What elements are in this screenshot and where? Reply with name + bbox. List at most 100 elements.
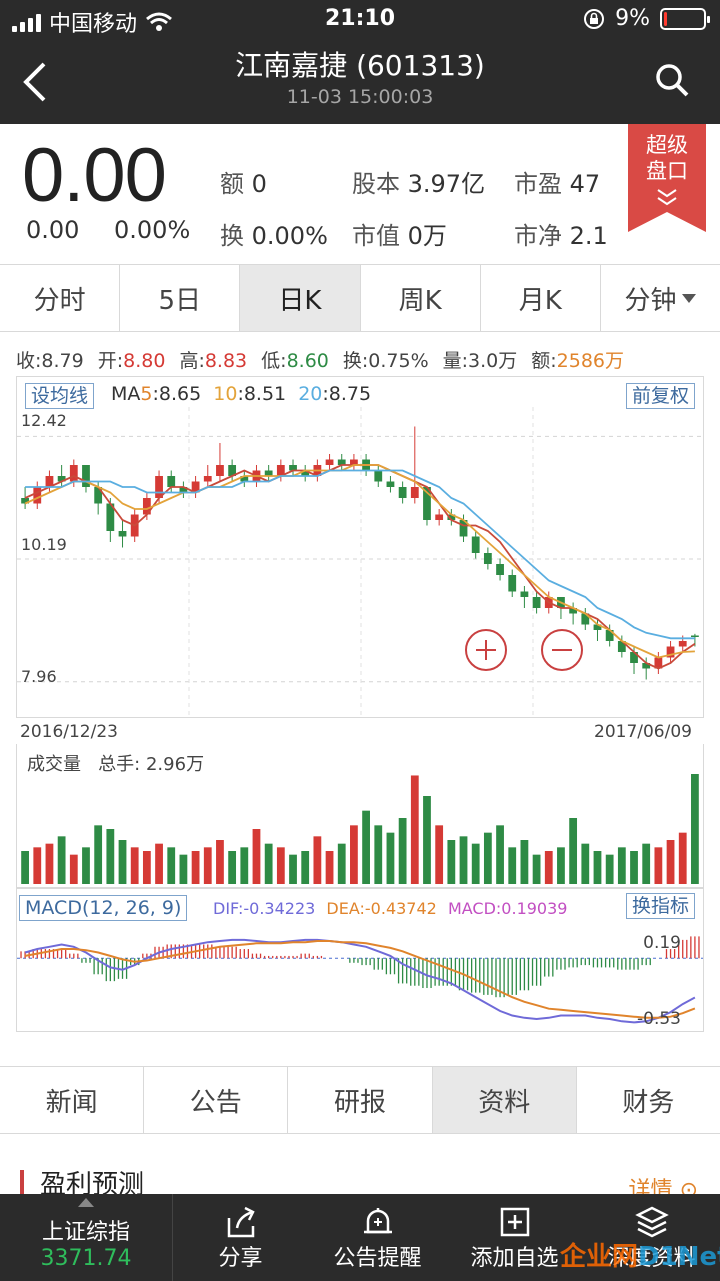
candle-body (678, 641, 687, 647)
y-axis-low: 7.96 (21, 667, 57, 686)
tab-research[interactable]: 研报 (288, 1067, 433, 1133)
candle-body (69, 465, 78, 482)
kline-chart[interactable] (17, 377, 703, 717)
share-button[interactable]: 分享 (172, 1194, 309, 1281)
bell-icon (363, 1208, 392, 1234)
volume-bar (508, 847, 517, 884)
volume-bar (654, 847, 663, 884)
zoom-out-button[interactable] (541, 629, 583, 671)
candle-body (386, 481, 395, 487)
app-header: 中国移动 21:10 9% 江南嘉捷 (601313) 11-03 15:00:… (0, 0, 720, 124)
ohlc-close: 收:8.79 (16, 350, 84, 372)
volume-bar (216, 840, 224, 884)
super-panel-line1: 超级 (646, 133, 688, 157)
volume-bar (666, 840, 675, 884)
tab-financials[interactable]: 财务 (577, 1067, 720, 1133)
ohlc-open: 开:8.80 (97, 350, 166, 372)
volume-bar (362, 810, 370, 884)
candle-body (496, 564, 504, 575)
tab-profile[interactable]: 资料 (432, 1067, 577, 1133)
volume-bar (410, 775, 419, 884)
volume-bar (21, 851, 29, 884)
macd-y-bottom: -0.53 (637, 1009, 681, 1029)
volume-bar (301, 851, 310, 884)
volume-bar (678, 832, 687, 884)
tab-monthly-k[interactable]: 月K (481, 265, 601, 331)
volume-bar (532, 854, 541, 884)
page-title: 江南嘉捷 (601313) (235, 49, 485, 82)
layers-icon (634, 1206, 669, 1238)
ohlc-turnover: 换:0.75% (342, 350, 429, 372)
turnover-field: 换 0.00% (220, 222, 328, 250)
volume-bar (496, 825, 504, 884)
volume-bar (350, 825, 358, 884)
volume-bar (167, 847, 176, 884)
ma-legend: MA5:8.65 10:8.51 20:8.75 (111, 383, 372, 405)
rotation-lock-icon (584, 8, 605, 29)
volume-bar (264, 843, 273, 884)
macd-panel[interactable]: MACD(12, 26, 9) DIF:-0.34223 DEA:-0.4374… (16, 888, 704, 1032)
candle-body (691, 635, 699, 637)
announcement-alert-button[interactable]: 公告提醒 (309, 1194, 446, 1281)
adjust-button[interactable]: 前复权 (625, 383, 695, 409)
ma-line-MA5 (24, 464, 696, 670)
tab-intraday[interactable]: 分时 (0, 265, 121, 331)
volume-bar (179, 854, 188, 884)
ohlc-high: 高:8.83 (179, 350, 248, 372)
ohlc-amount: 额:2586万 (531, 350, 625, 372)
kline-panel[interactable]: 设均线 MA5:8.65 10:8.51 20:8.75 前复权 12.42 1… (16, 376, 704, 718)
volume-bar (82, 847, 90, 884)
pb-ratio-field: 市净 2.1 (514, 222, 608, 250)
super-order-book-button[interactable]: 超级 盘口 (628, 124, 706, 232)
share-capital-field: 股本 3.97亿 (352, 170, 486, 198)
status-bar: 中国移动 21:10 9% (0, 0, 720, 40)
ohlc-row: 收:8.79 开:8.80 高:8.83 低:8.60 换:0.75% 量:3.… (16, 346, 716, 373)
period-tabs: 分时 5日 日K 周K 月K 分钟 (0, 264, 720, 332)
index-ticker[interactable]: 上证综指 3371.74 (0, 1194, 172, 1281)
add-icon (500, 1207, 529, 1237)
battery-icon (660, 7, 710, 30)
volume-bar (423, 796, 431, 884)
tab-daily-k[interactable]: 日K (240, 265, 361, 331)
ohlc-low: 低:8.60 (261, 350, 329, 372)
tab-minute-dropdown[interactable]: 分钟 (601, 265, 720, 331)
volume-bar (593, 851, 602, 884)
volume-bar (276, 847, 285, 884)
share-icon (227, 1206, 255, 1238)
search-icon[interactable] (654, 62, 690, 98)
volume-bar (191, 851, 200, 884)
volume-bar (94, 825, 103, 884)
candle-body (435, 514, 444, 520)
macd-legend: DIF:-0.34223 DEA:-0.43742 MACD:0.19039 (213, 899, 568, 918)
volume-bar (374, 825, 383, 884)
expand-up-icon (78, 1198, 94, 1207)
volume-bar (544, 851, 553, 884)
volume-bar (691, 774, 699, 884)
candle-body (520, 591, 529, 597)
volume-bar (617, 847, 626, 884)
macd-params-button[interactable]: MACD(12, 26, 9) (19, 895, 188, 921)
volume-bar (483, 832, 492, 884)
candle-body (532, 597, 541, 608)
zoom-in-button[interactable] (465, 629, 507, 671)
candle-body (483, 553, 492, 564)
volume-bar (118, 840, 127, 884)
volume-bar (57, 836, 66, 884)
candle-body (471, 536, 480, 553)
y-axis-high: 12.42 (21, 411, 67, 430)
tab-5day[interactable]: 5日 (120, 265, 241, 331)
volume-bar (289, 854, 297, 884)
tab-news[interactable]: 新闻 (0, 1067, 145, 1133)
set-ma-button[interactable]: 设均线 (25, 383, 95, 409)
switch-indicator-button[interactable]: 换指标 (625, 893, 695, 919)
volume-bar (605, 854, 614, 884)
volume-bar (142, 851, 151, 884)
candle-body (216, 465, 224, 476)
index-name: 上证综指 (41, 1220, 130, 1245)
tab-announcements[interactable]: 公告 (144, 1067, 289, 1133)
volume-bar (557, 847, 565, 884)
candle-body (33, 487, 42, 504)
tab-weekly-k[interactable]: 周K (361, 265, 481, 331)
volume-panel[interactable]: 成交量 总手: 2.96万 (16, 744, 704, 888)
volume-bar (69, 854, 78, 884)
